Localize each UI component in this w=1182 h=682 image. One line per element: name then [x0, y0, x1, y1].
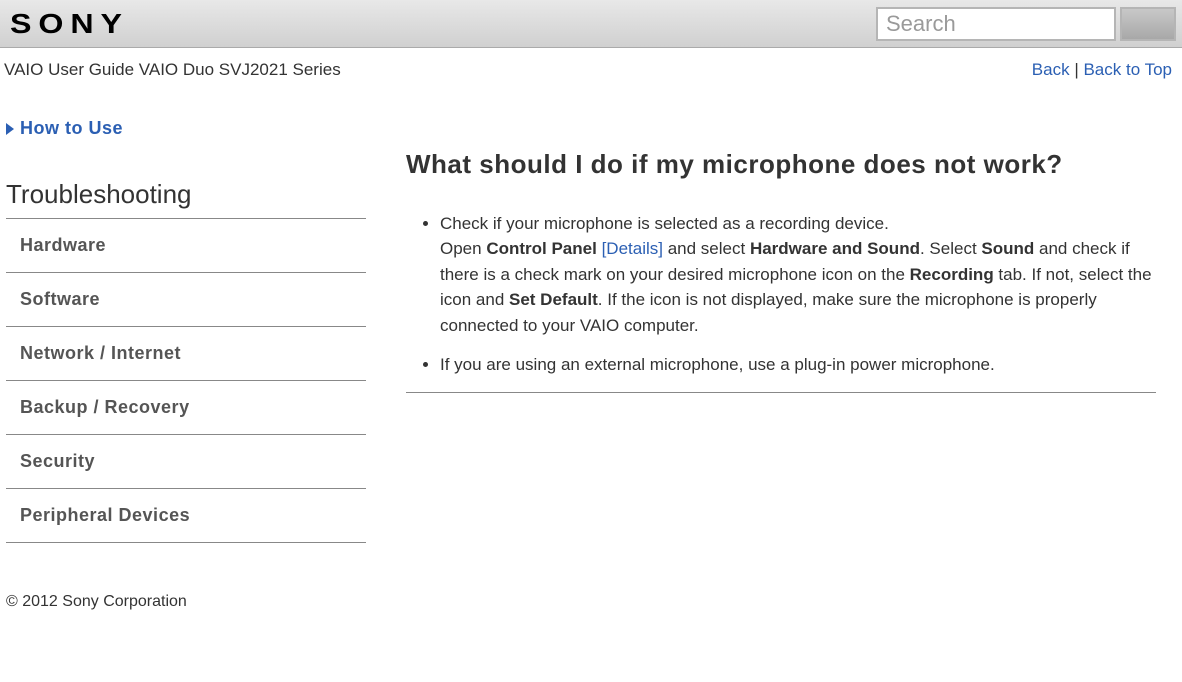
header-bar: SONY: [0, 0, 1182, 48]
bold-text: Hardware and Sound: [750, 239, 920, 258]
sidebar: How to Use Troubleshooting Hardware Soft…: [6, 118, 366, 543]
search-input[interactable]: [876, 7, 1116, 41]
list-item: If you are using an external microphone,…: [440, 352, 1156, 378]
sidebar-item-peripheral-devices[interactable]: Peripheral Devices: [6, 489, 366, 543]
sidebar-item-label: Network / Internet: [20, 343, 181, 363]
article-divider: [406, 392, 1156, 393]
search-container: [876, 7, 1176, 41]
bold-text: Recording: [910, 265, 994, 284]
footer: © 2012 Sony Corporation: [0, 553, 1182, 631]
bold-text: Control Panel: [486, 239, 597, 258]
search-button[interactable]: [1120, 7, 1176, 41]
article-text: Check if your microphone is selected as …: [440, 214, 889, 233]
article-text: and select: [663, 239, 750, 258]
sidebar-item-label: Hardware: [20, 235, 106, 255]
article-text: Open: [440, 239, 486, 258]
back-link[interactable]: Back: [1032, 60, 1070, 79]
list-item: Check if your microphone is selected as …: [440, 211, 1156, 339]
copyright-text: © 2012 Sony Corporation: [6, 593, 187, 610]
sidebar-item-security[interactable]: Security: [6, 435, 366, 489]
bold-text: Sound: [981, 239, 1034, 258]
guide-title: VAIO User Guide VAIO Duo SVJ2021 Series: [4, 60, 341, 80]
back-to-top-link[interactable]: Back to Top: [1083, 60, 1172, 79]
how-to-use-label: How to Use: [20, 118, 123, 139]
sidebar-section-title: Troubleshooting: [6, 179, 366, 219]
arrow-right-icon: [6, 123, 14, 135]
article-title: What should I do if my microphone does n…: [406, 148, 1156, 181]
details-link[interactable]: [Details]: [602, 239, 663, 258]
sidebar-item-label: Security: [20, 451, 95, 471]
main-article: What should I do if my microphone does n…: [406, 118, 1176, 543]
sidebar-item-label: Software: [20, 289, 100, 309]
sidebar-item-backup-recovery[interactable]: Backup / Recovery: [6, 381, 366, 435]
sidebar-item-network-internet[interactable]: Network / Internet: [6, 327, 366, 381]
content-area: How to Use Troubleshooting Hardware Soft…: [0, 88, 1182, 553]
article-text: If you are using an external microphone,…: [440, 355, 995, 374]
sidebar-item-label: Peripheral Devices: [20, 505, 190, 525]
article-text: . Select: [920, 239, 981, 258]
article-list: Check if your microphone is selected as …: [406, 211, 1156, 378]
nav-links: Back | Back to Top: [1032, 60, 1172, 80]
sidebar-item-label: Backup / Recovery: [20, 397, 190, 417]
subheader: VAIO User Guide VAIO Duo SVJ2021 Series …: [0, 48, 1182, 88]
bold-text: Set Default: [509, 290, 598, 309]
how-to-use-link[interactable]: How to Use: [6, 118, 366, 139]
sidebar-item-hardware[interactable]: Hardware: [6, 219, 366, 273]
sony-logo: SONY: [10, 8, 129, 40]
sidebar-item-software[interactable]: Software: [6, 273, 366, 327]
